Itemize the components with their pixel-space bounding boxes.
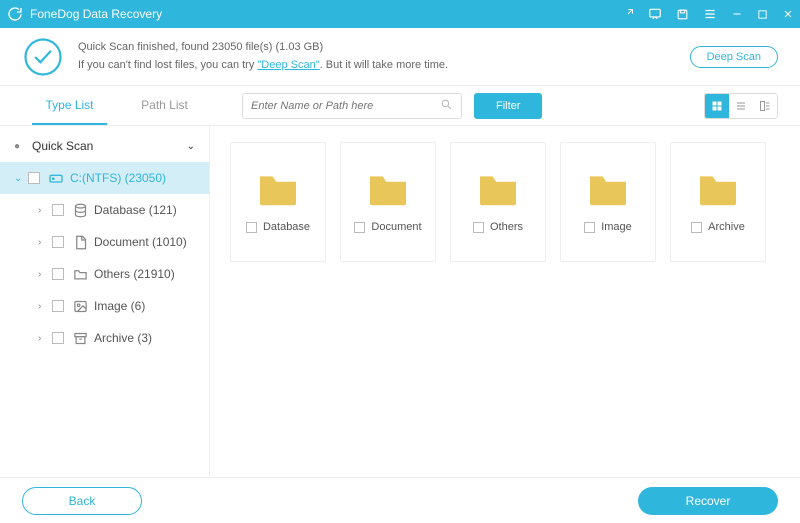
tree-item-label: Database (121) — [94, 203, 177, 217]
tree-checkbox[interactable] — [52, 268, 64, 280]
tab-path-list[interactable]: Path List — [117, 85, 212, 125]
search-input[interactable] — [251, 100, 440, 112]
tree-item-label: Image (6) — [94, 299, 145, 313]
chevron-right-icon: › — [38, 237, 52, 248]
share-icon[interactable] — [622, 8, 634, 20]
tree-checkbox[interactable] — [52, 236, 64, 248]
tree-checkbox[interactable] — [52, 300, 64, 312]
scan-info-bar: Quick Scan finished, found 23050 file(s)… — [0, 28, 800, 86]
folder-grid: Database Document Others Image Archive — [230, 142, 780, 262]
scan-summary: Quick Scan finished, found 23050 file(s)… — [78, 39, 448, 57]
search-box[interactable] — [242, 93, 462, 119]
document-icon — [72, 234, 88, 250]
chevron-down-icon: ⌄ — [187, 141, 195, 152]
minimize-icon[interactable] — [731, 8, 743, 20]
menu-icon[interactable] — [703, 7, 717, 21]
recover-button[interactable]: Recover — [638, 487, 778, 515]
save-icon[interactable] — [676, 8, 689, 21]
chevron-right-icon: › — [38, 301, 52, 312]
window-controls — [622, 7, 794, 21]
folder-icon — [586, 171, 630, 207]
tree-root-quick-scan[interactable]: ● Quick Scan ⌄ — [0, 130, 209, 162]
tree-item-database[interactable]: › Database (121) — [0, 194, 209, 226]
chevron-right-icon: › — [38, 269, 52, 280]
footer: Back Recover — [0, 477, 800, 523]
folder-card-others[interactable]: Others — [450, 142, 546, 262]
search-icon[interactable] — [440, 98, 453, 114]
app-logo-icon — [6, 5, 24, 23]
chevron-right-icon: › — [38, 205, 52, 216]
tree-item-document[interactable]: › Document (1010) — [0, 226, 209, 258]
filter-button[interactable]: Filter — [474, 93, 542, 119]
card-checkbox[interactable] — [246, 222, 257, 233]
view-mode-group — [704, 93, 778, 119]
drive-icon — [48, 170, 64, 186]
tree-item-image[interactable]: › Image (6) — [0, 290, 209, 322]
feedback-icon[interactable] — [648, 7, 662, 21]
folder-card-database[interactable]: Database — [230, 142, 326, 262]
list-tabs: Type List Path List — [22, 85, 212, 125]
scan-hint-prefix: If you can't find lost files, you can tr… — [78, 59, 257, 71]
titlebar: FoneDog Data Recovery — [0, 0, 800, 28]
tree-item-label: Others (21910) — [94, 267, 175, 281]
deep-scan-link[interactable]: "Deep Scan" — [257, 59, 319, 71]
database-icon — [72, 202, 88, 218]
tree-item-label: Document (1010) — [94, 235, 187, 249]
tree-root-label: Quick Scan — [32, 139, 93, 153]
card-checkbox[interactable] — [691, 222, 702, 233]
view-grid-button[interactable] — [705, 94, 729, 118]
tab-type-list[interactable]: Type List — [22, 85, 117, 125]
card-checkbox[interactable] — [473, 222, 484, 233]
sidebar: ● Quick Scan ⌄ ⌄ C:(NTFS) (23050) › Data… — [0, 126, 210, 476]
folder-icon — [366, 171, 410, 207]
card-label: Others — [490, 221, 523, 233]
folder-card-image[interactable]: Image — [560, 142, 656, 262]
view-detail-button[interactable] — [753, 94, 777, 118]
main-area: ● Quick Scan ⌄ ⌄ C:(NTFS) (23050) › Data… — [0, 126, 800, 476]
chevron-down-icon: ⌄ — [14, 173, 28, 184]
toolbar: Type List Path List Filter — [0, 86, 800, 126]
tree-checkbox[interactable] — [52, 332, 64, 344]
image-icon — [72, 298, 88, 314]
tree-checkbox[interactable] — [52, 204, 64, 216]
card-checkbox[interactable] — [584, 222, 595, 233]
folder-card-archive[interactable]: Archive — [670, 142, 766, 262]
content-area: Database Document Others Image Archive — [210, 126, 800, 476]
tree-drive-label: C:(NTFS) (23050) — [70, 171, 166, 185]
folder-icon — [696, 171, 740, 207]
close-icon[interactable] — [782, 8, 794, 20]
maximize-icon[interactable] — [757, 9, 768, 20]
card-label: Document — [371, 221, 421, 233]
back-button[interactable]: Back — [22, 487, 142, 515]
chevron-right-icon: › — [38, 333, 52, 344]
folder-icon — [72, 266, 88, 282]
card-label: Image — [601, 221, 632, 233]
check-circle-icon — [22, 36, 64, 78]
deep-scan-button[interactable]: Deep Scan — [690, 46, 778, 68]
card-label: Archive — [708, 221, 745, 233]
app-title: FoneDog Data Recovery — [30, 7, 622, 21]
card-checkbox[interactable] — [354, 222, 365, 233]
bullet-icon: ● — [14, 141, 28, 152]
card-label: Database — [263, 221, 310, 233]
folder-icon — [256, 171, 300, 207]
tree-item-others[interactable]: › Others (21910) — [0, 258, 209, 290]
scan-hint-suffix: . But it will take more time. — [320, 59, 448, 71]
tree-item-archive[interactable]: › Archive (3) — [0, 322, 209, 354]
folder-card-document[interactable]: Document — [340, 142, 436, 262]
tree-item-label: Archive (3) — [94, 331, 152, 345]
archive-icon — [72, 330, 88, 346]
tree-drive[interactable]: ⌄ C:(NTFS) (23050) — [0, 162, 209, 194]
folder-icon — [476, 171, 520, 207]
view-list-button[interactable] — [729, 94, 753, 118]
scan-info-text: Quick Scan finished, found 23050 file(s)… — [78, 39, 448, 74]
tree-drive-checkbox[interactable] — [28, 172, 40, 184]
